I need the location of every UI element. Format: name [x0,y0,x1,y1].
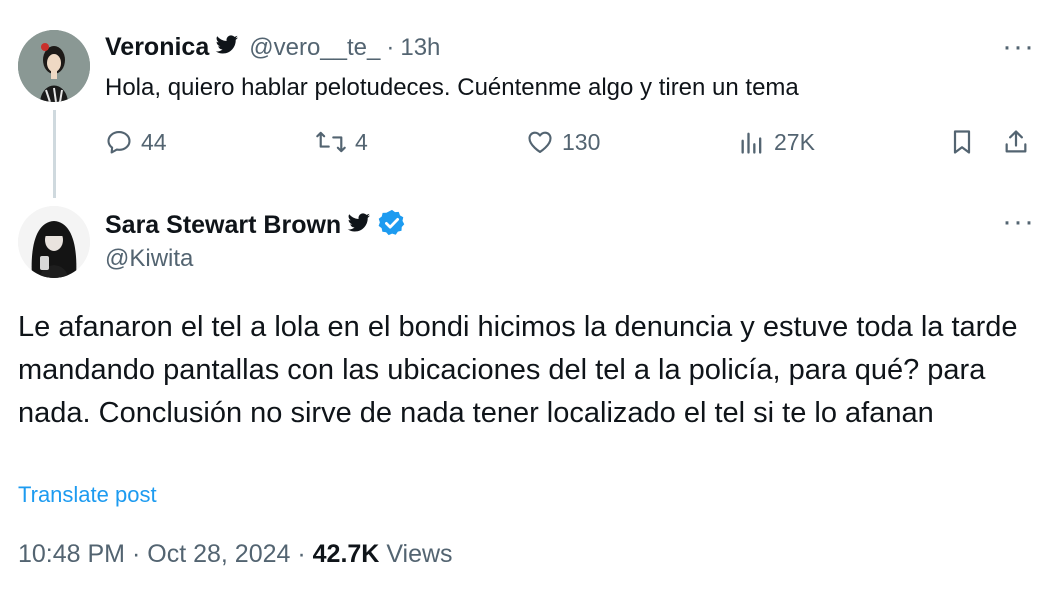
verified-badge-icon[interactable] [377,208,407,243]
more-icon[interactable]: ··· [1002,32,1035,62]
reply-to-text: Hola, quiero hablar pelotudeces. Cuénten… [105,74,799,101]
reply-icon [107,131,131,154]
post-time[interactable]: 10:48 PM [18,540,125,568]
repost-button[interactable]: 4 [315,128,368,156]
views-button[interactable]: 27K [738,128,815,156]
post-date[interactable]: Oct 28, 2024 [147,540,290,568]
repost-icon [316,131,346,153]
reply-button[interactable]: 44 [105,128,167,156]
post-handle-row: @Kiwita [105,245,193,273]
separator: · [386,33,395,61]
avatar-sara[interactable] [18,206,90,278]
post-time[interactable]: 13h [400,34,440,62]
separator: · [297,540,306,568]
reply-count: 44 [141,128,167,155]
repost-count: 4 [355,128,368,155]
like-button[interactable]: 130 [526,128,600,156]
views-icon [741,132,762,154]
share-button[interactable] [1002,128,1038,156]
share-icon [1005,130,1027,153]
like-count: 130 [562,128,601,155]
thread-line [53,110,56,198]
author-name[interactable]: Sara Stewart Brown [105,211,341,240]
bookmark-button[interactable] [948,128,984,156]
reply-to-header: Veronica @vero__te_ · 13h [105,33,440,62]
author-handle[interactable]: @Kiwita [105,245,193,273]
twitter-bird-icon [347,213,371,238]
post-text: Le afanaron el tel a lola en el bondi hi… [18,311,1018,429]
separator: · [131,540,141,568]
twitter-bird-icon [215,35,239,60]
bookmark-icon [953,130,971,154]
post-header: Sara Stewart Brown [105,208,407,243]
author-handle[interactable]: @vero__te_ [249,34,380,62]
views-label: Views [386,540,453,568]
post-meta: 10:48 PM · Oct 28, 2024 · 42.7K Views [18,540,453,569]
views-count: 42.7K [312,540,380,568]
author-name[interactable]: Veronica [105,33,209,62]
translate-post-link[interactable]: Translate post [18,482,157,508]
more-icon[interactable]: ··· [1002,207,1035,237]
like-icon [528,131,552,153]
views-count: 27K [774,128,815,155]
avatar-veronica[interactable] [18,30,90,102]
